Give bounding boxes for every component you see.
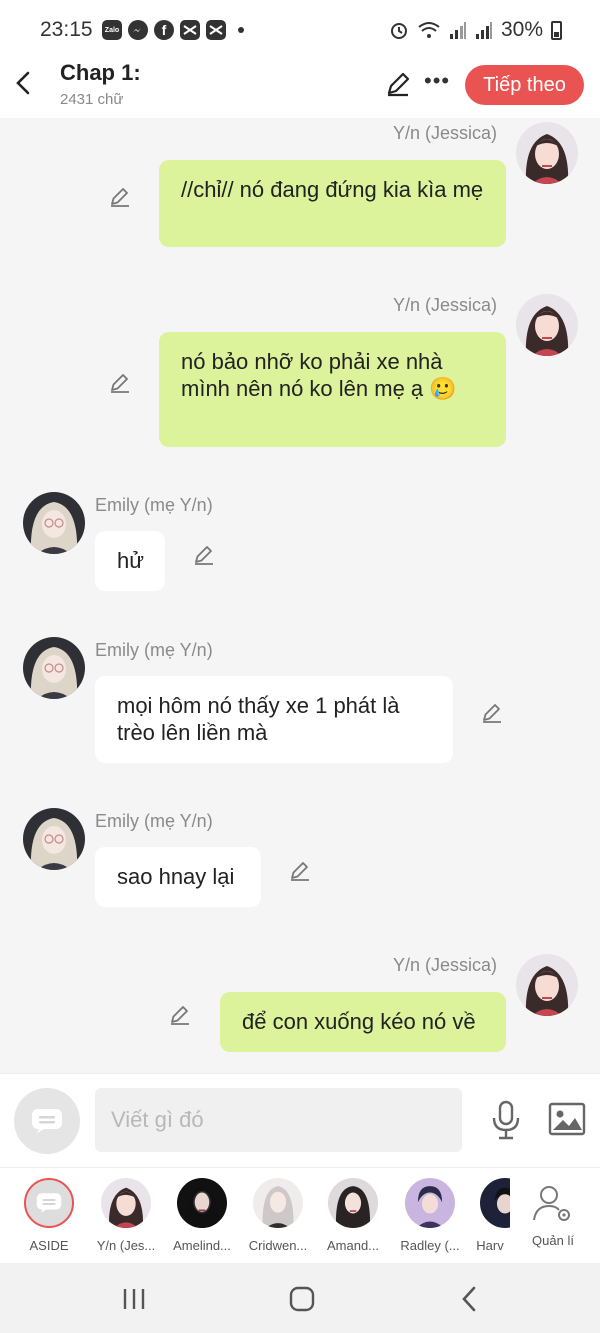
- avatar: [177, 1178, 227, 1228]
- avatar: [101, 1178, 151, 1228]
- chapter-title: Chap 1:: [60, 60, 141, 85]
- notification-icons: Zalo f: [102, 20, 244, 40]
- sender-name: Emily (mẹ Y/n): [95, 495, 213, 515]
- microphone-icon[interactable]: [490, 1100, 522, 1140]
- manage-characters-button[interactable]: Quản lí: [518, 1178, 588, 1248]
- character-amelinda[interactable]: Amelind...: [167, 1178, 237, 1253]
- user-settings-icon: [533, 1186, 570, 1221]
- chapter-header: Chap 1: 2431 chữ ••• Tiếp theo: [0, 60, 600, 118]
- messenger-icon: [128, 20, 148, 40]
- character-cridwen[interactable]: Cridwen...: [243, 1178, 313, 1253]
- edit-pencil-icon[interactable]: [384, 70, 412, 98]
- chat-bubble-icon: [36, 1193, 62, 1213]
- character-label: Cridwen...: [248, 1238, 308, 1253]
- sender-name: Y/n (Jessica): [393, 955, 498, 975]
- recent-apps-icon[interactable]: [122, 1287, 146, 1311]
- back-icon[interactable]: [459, 1286, 479, 1312]
- character-label: ASIDE: [29, 1238, 69, 1253]
- next-chapter-button[interactable]: Tiếp theo: [465, 65, 584, 105]
- wifi-icon: [418, 22, 440, 38]
- chat-area[interactable]: Y/n (Jessica) //chỉ// nó đang đứng kia k…: [0, 118, 600, 1073]
- home-icon[interactable]: [289, 1286, 315, 1312]
- battery-percent: 30%: [500, 18, 543, 41]
- avatar: [480, 1178, 510, 1228]
- message-bubble[interactable]: //chỉ// nó đang đứng kia kìa mẹ: [159, 160, 506, 247]
- edit-message-icon[interactable]: [480, 700, 504, 724]
- avatar: [405, 1178, 455, 1228]
- chat-bubble-icon: [32, 1109, 62, 1133]
- message-bubble[interactable]: để con xuống kéo nó về: [220, 992, 506, 1052]
- character-amanda[interactable]: Amand...: [318, 1178, 388, 1253]
- facebook-icon: f: [154, 20, 174, 40]
- back-arrow-icon[interactable]: [12, 68, 36, 98]
- character-label: Harv: [476, 1238, 504, 1253]
- status-bar: 23:15 Zalo f 30%: [0, 0, 600, 60]
- character-yn[interactable]: Y/n (Jes...: [91, 1178, 161, 1253]
- avatar[interactable]: [23, 808, 85, 870]
- capcut-icon: [206, 20, 226, 40]
- character-label: Radley (...: [400, 1238, 460, 1253]
- character-harvey[interactable]: Harv: [470, 1178, 510, 1253]
- signal-icon: [449, 22, 466, 39]
- sender-name: Y/n (Jessica): [393, 123, 498, 143]
- sender-name: Y/n (Jessica): [393, 295, 498, 315]
- message-bubble[interactable]: hử: [95, 531, 165, 591]
- character-bar[interactable]: ASIDE Y/n (Jes... Amelind... Cridwen... …: [0, 1167, 600, 1263]
- avatar[interactable]: [23, 492, 85, 554]
- character-label: Amelind...: [173, 1238, 231, 1253]
- avatar[interactable]: [516, 294, 578, 356]
- sender-name: Emily (mẹ Y/n): [95, 640, 213, 660]
- edit-message-icon[interactable]: [168, 1002, 192, 1026]
- more-notifications-dot: [238, 27, 244, 33]
- zalo-icon: Zalo: [102, 20, 122, 40]
- edit-message-icon[interactable]: [108, 370, 132, 394]
- edit-message-icon[interactable]: [192, 542, 216, 566]
- aside-avatar: [24, 1178, 74, 1228]
- signal-icon: [475, 22, 492, 39]
- character-label: Quản lí: [532, 1233, 574, 1248]
- system-icons: 30%: [389, 18, 562, 42]
- capcut-icon: [180, 20, 200, 40]
- message-bubble[interactable]: nó bảo nhỡ ko phải xe nhà mình nên nó ko…: [159, 332, 506, 447]
- character-aside[interactable]: ASIDE: [14, 1178, 84, 1253]
- battery-icon: [551, 20, 562, 40]
- sender-name: Emily (mẹ Y/n): [95, 811, 213, 831]
- alarm-icon: [390, 23, 407, 39]
- more-options-icon[interactable]: •••: [424, 68, 450, 94]
- message-bubble[interactable]: sao hnay lại: [95, 847, 261, 907]
- message-input[interactable]: [95, 1088, 462, 1152]
- word-count: 2431 chữ: [60, 91, 124, 108]
- edit-message-icon[interactable]: [108, 184, 132, 208]
- avatar: [253, 1178, 303, 1228]
- character-label: Amand...: [326, 1238, 380, 1253]
- avatar[interactable]: [516, 954, 578, 1016]
- avatar[interactable]: [516, 122, 578, 184]
- image-icon[interactable]: [548, 1102, 586, 1136]
- character-label: Y/n (Jes...: [96, 1238, 156, 1253]
- avatar: [328, 1178, 378, 1228]
- edit-message-icon[interactable]: [288, 858, 312, 882]
- avatar[interactable]: [23, 637, 85, 699]
- character-radley[interactable]: Radley (...: [395, 1178, 465, 1253]
- message-mode-button[interactable]: [14, 1088, 80, 1154]
- system-navigation-bar: [0, 1263, 600, 1333]
- composer: [0, 1073, 600, 1167]
- message-bubble[interactable]: mọi hôm nó thấy xe 1 phát là trèo lên li…: [95, 676, 453, 763]
- status-time: 23:15: [40, 18, 93, 41]
